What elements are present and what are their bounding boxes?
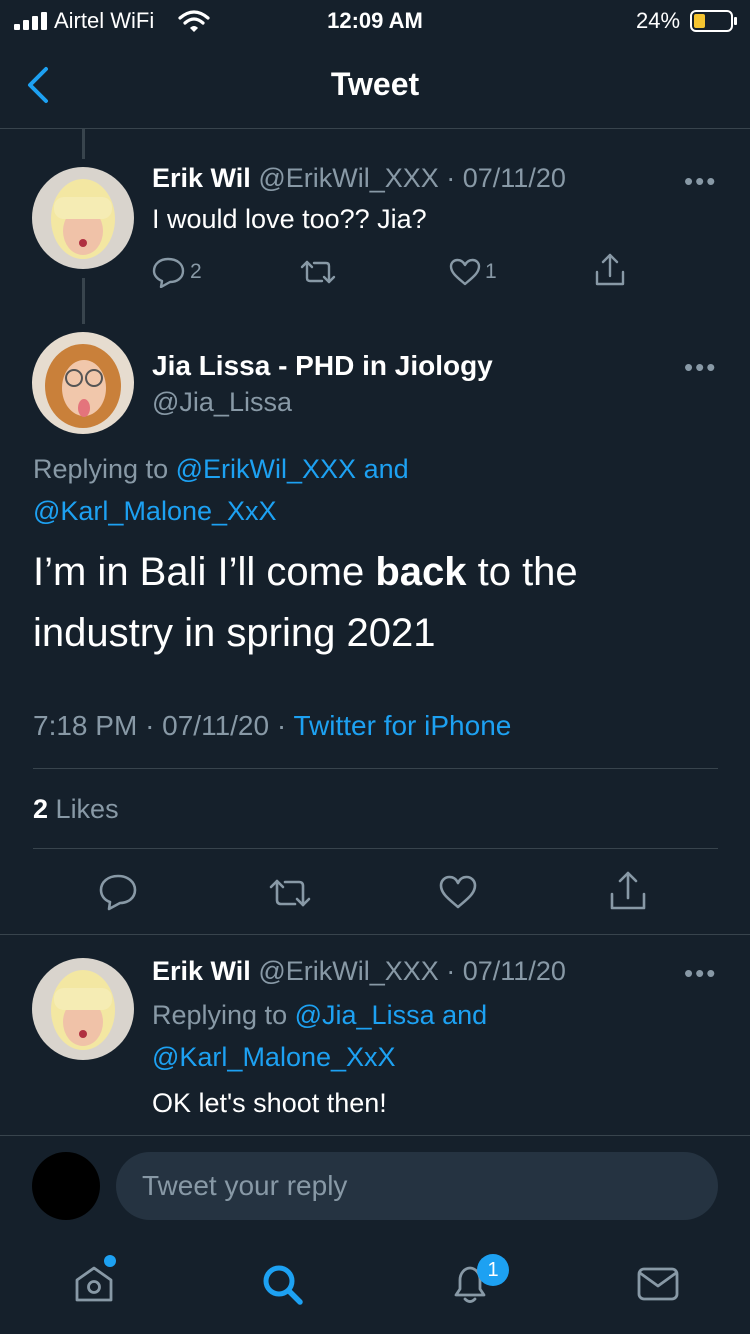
share-button[interactable]: [594, 252, 626, 288]
replying-and[interactable]: and: [442, 1000, 487, 1030]
heart-icon: [449, 258, 481, 286]
tweet-header: Erik Wil @ErikWil_XXX · 07/11/20: [152, 163, 566, 194]
like-button[interactable]: [438, 874, 478, 910]
retweet-icon: [269, 879, 311, 907]
replying-prefix: Replying to: [33, 454, 169, 484]
author-name[interactable]: Jia Lissa - PHD in Jiology: [152, 350, 493, 382]
author-handle[interactable]: @ErikWil_XXX: [258, 163, 438, 193]
tab-search[interactable]: [260, 1262, 306, 1308]
share-button[interactable]: [608, 870, 648, 912]
divider: [0, 1135, 750, 1136]
avatar-jia-image: [32, 332, 134, 434]
tab-messages[interactable]: [636, 1264, 680, 1304]
divider: [33, 768, 718, 769]
tab-home[interactable]: [72, 1262, 116, 1306]
likes-count: 2: [33, 794, 49, 824]
tweet-text-bold: back: [375, 550, 467, 594]
more-options-button[interactable]: •••: [684, 166, 717, 197]
avatar[interactable]: [32, 332, 134, 434]
mention-link[interactable]: @ErikWil_XXX: [176, 454, 356, 484]
notifications-badge: 1: [477, 1254, 509, 1286]
thread-line: [82, 278, 85, 324]
tweet-date: · 07/11/20: [446, 956, 566, 986]
status-bar: Airtel WiFi 12:09 AM 24%: [0, 0, 750, 40]
reply-icon: [99, 874, 137, 911]
heart-icon: [439, 875, 477, 909]
avatar-erik-image: [32, 167, 134, 269]
battery-icon: [690, 10, 738, 32]
likes-label: Likes: [55, 794, 119, 824]
reply-button[interactable]: [152, 256, 186, 288]
reply-button[interactable]: [98, 872, 138, 912]
likes-summary[interactable]: 2 Likes: [33, 794, 119, 825]
more-options-button[interactable]: •••: [684, 958, 717, 989]
tweet-text: I would love too?? Jia?: [152, 204, 427, 234]
reply-input[interactable]: Tweet your reply: [116, 1152, 718, 1220]
mention-link[interactable]: @Karl_Malone_XxX: [33, 496, 277, 526]
replying-prefix: Replying to: [152, 1000, 288, 1030]
home-icon: [75, 1266, 113, 1302]
reply-icon: [152, 257, 185, 288]
author-handle[interactable]: @Jia_Lissa: [152, 387, 292, 418]
tweet-time: 7:18 PM: [33, 710, 138, 741]
divider: [0, 934, 750, 935]
more-options-button[interactable]: •••: [684, 352, 717, 383]
avatar-erik-image: [32, 958, 134, 1060]
tweet-text-part: I’m in Bali I’ll come: [33, 550, 376, 594]
reply-count: 2: [190, 260, 202, 283]
retweet-icon: [300, 260, 336, 284]
tweet-timestamp: 7:18 PM · 07/11/20 · Twitter for iPhone: [33, 710, 511, 742]
battery-percent: 24%: [636, 8, 681, 33]
divider: [33, 848, 718, 849]
new-content-dot: [104, 1255, 116, 1267]
page-title: Tweet: [330, 66, 420, 102]
tweet-text: OK let's shoot then!: [152, 1088, 387, 1118]
tweet-source-link[interactable]: Twitter for iPhone: [293, 710, 511, 741]
avatar[interactable]: [32, 958, 134, 1060]
mention-link[interactable]: @Jia_Lissa: [295, 1000, 435, 1030]
author-name[interactable]: Erik Wil: [152, 163, 251, 193]
mail-icon: [637, 1267, 679, 1301]
nav-bar: Tweet: [0, 40, 750, 129]
like-button[interactable]: [448, 257, 482, 287]
share-icon: [610, 871, 646, 910]
retweet-button[interactable]: [300, 258, 336, 286]
tweet-header: Erik Wil @ErikWil_XXX · 07/11/20: [152, 956, 566, 987]
like-count: 1: [485, 260, 497, 283]
tweet-date: · 07/11/20: [446, 163, 566, 193]
author-handle[interactable]: @ErikWil_XXX: [258, 956, 438, 986]
replying-to: Replying to @Jia_Lissa and @Karl_Malone_…: [152, 994, 712, 1078]
replying-and[interactable]: and: [364, 454, 409, 484]
search-icon: [263, 1265, 303, 1305]
tweet-text: I’m in Bali I’ll come back to the indust…: [33, 542, 713, 664]
share-icon: [595, 253, 625, 286]
avatar[interactable]: [32, 167, 134, 269]
author-name[interactable]: Erik Wil: [152, 956, 251, 986]
tweet-date: · 07/11/20 ·: [145, 710, 287, 741]
retweet-button[interactable]: [268, 876, 312, 910]
replying-to: Replying to @ErikWil_XXX and @Karl_Malon…: [33, 448, 713, 532]
mention-link[interactable]: @Karl_Malone_XxX: [152, 1042, 396, 1072]
user-avatar[interactable]: [32, 1152, 100, 1220]
thread-line: [82, 129, 85, 159]
